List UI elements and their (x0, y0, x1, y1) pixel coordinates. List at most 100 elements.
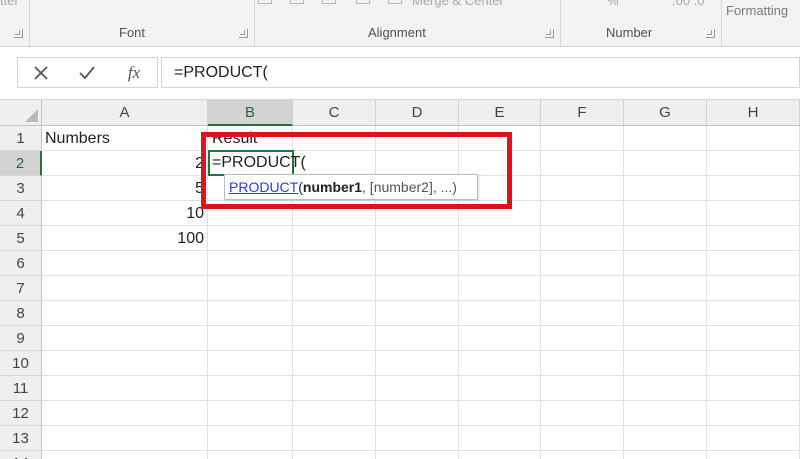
cell-a4[interactable]: 10 (42, 201, 208, 226)
grid-cell[interactable] (707, 176, 800, 201)
merge-center-button[interactable]: Merge & Center (412, 0, 504, 8)
grid-cell[interactable] (459, 151, 541, 176)
row-header-11[interactable]: 11 (0, 376, 42, 401)
grid-cell[interactable] (293, 401, 376, 426)
grid-cell[interactable] (707, 426, 800, 451)
row-header-5[interactable]: 5 (0, 226, 42, 251)
grid-cell[interactable] (624, 401, 707, 426)
grid-cell[interactable] (707, 126, 800, 151)
grid-cell[interactable] (293, 376, 376, 401)
grid-cell[interactable] (293, 326, 376, 351)
grid-cell[interactable] (459, 376, 541, 401)
row-header-4[interactable]: 4 (0, 201, 42, 226)
grid-cell[interactable] (541, 401, 624, 426)
grid-cell[interactable] (208, 251, 293, 276)
conditional-formatting-button[interactable]: Formatting (726, 3, 788, 18)
grid-cell[interactable] (376, 376, 459, 401)
grid-cell[interactable] (459, 326, 541, 351)
grid-cell[interactable] (459, 226, 541, 251)
row-header-7[interactable]: 7 (0, 276, 42, 301)
grid-cell[interactable] (42, 451, 208, 459)
row-header-14[interactable]: 14 (0, 451, 42, 459)
grid-cell[interactable] (42, 276, 208, 301)
grid-cell[interactable] (42, 326, 208, 351)
grid-cell[interactable] (293, 451, 376, 459)
column-header-c[interactable]: C (293, 100, 376, 126)
row-header-8[interactable]: 8 (0, 301, 42, 326)
grid-cell[interactable] (293, 201, 376, 226)
grid-cell[interactable] (541, 351, 624, 376)
grid-cell[interactable] (624, 251, 707, 276)
grid-cell[interactable] (624, 451, 707, 459)
grid-cell[interactable] (541, 201, 624, 226)
grid-cell[interactable] (541, 151, 624, 176)
column-header-g[interactable]: G (624, 100, 707, 126)
column-header-f[interactable]: F (541, 100, 624, 126)
grid-cell[interactable] (459, 426, 541, 451)
grid-cell[interactable] (208, 276, 293, 301)
grid-cell[interactable] (376, 451, 459, 459)
grid-cell[interactable] (541, 251, 624, 276)
grid-cell[interactable] (42, 426, 208, 451)
grid-cell[interactable] (376, 251, 459, 276)
grid-cell[interactable] (541, 226, 624, 251)
grid-cell[interactable] (208, 301, 293, 326)
row-header-9[interactable]: 9 (0, 326, 42, 351)
grid-cell[interactable] (541, 301, 624, 326)
grid-cell[interactable] (376, 351, 459, 376)
grid-cell[interactable] (707, 201, 800, 226)
clipboard-launcher-icon[interactable] (14, 29, 23, 38)
grid-cell[interactable] (208, 351, 293, 376)
decimal-buttons[interactable]: .00 .0 (672, 0, 705, 8)
grid-cell[interactable] (541, 426, 624, 451)
grid-cell[interactable] (541, 451, 624, 459)
cell-a5[interactable]: 100 (42, 226, 208, 251)
grid-cell[interactable] (624, 351, 707, 376)
grid-cell[interactable] (208, 226, 293, 251)
column-header-e[interactable]: E (459, 100, 541, 126)
grid-cell[interactable] (208, 451, 293, 459)
font-launcher-icon[interactable] (239, 29, 248, 38)
grid-cell[interactable] (376, 276, 459, 301)
grid-cell[interactable] (42, 401, 208, 426)
grid-cell[interactable] (459, 251, 541, 276)
cell-a2[interactable]: 2 (42, 151, 208, 176)
grid-cell[interactable] (624, 226, 707, 251)
column-header-h[interactable]: H (707, 100, 800, 126)
cell-b1[interactable]: Result (210, 126, 293, 151)
grid-cell[interactable] (42, 301, 208, 326)
row-header-12[interactable]: 12 (0, 401, 42, 426)
grid-cell[interactable] (541, 276, 624, 301)
grid-cell[interactable] (707, 451, 800, 459)
grid-cell[interactable] (459, 351, 541, 376)
grid-cell[interactable] (459, 201, 541, 226)
grid-cell[interactable] (541, 126, 624, 151)
grid-cell[interactable] (707, 276, 800, 301)
percent-style-button[interactable]: % (607, 0, 619, 8)
grid-cell[interactable] (376, 401, 459, 426)
insert-function-button[interactable]: fx (116, 58, 152, 87)
row-header-3[interactable]: 3 (0, 176, 42, 201)
grid-cell[interactable] (293, 226, 376, 251)
row-header-2[interactable]: 2 (0, 151, 42, 176)
grid-cell[interactable] (459, 401, 541, 426)
checkmark-icon[interactable] (70, 58, 104, 87)
row-header-6[interactable]: 6 (0, 251, 42, 276)
grid-cell[interactable] (707, 301, 800, 326)
function-help-link[interactable]: PRODUCT (229, 179, 298, 195)
grid-cell[interactable] (707, 326, 800, 351)
grid-cell[interactable] (624, 176, 707, 201)
column-header-d[interactable]: D (376, 100, 459, 126)
select-all-button[interactable] (0, 100, 42, 126)
number-launcher-icon[interactable] (706, 29, 715, 38)
row-header-13[interactable]: 13 (0, 426, 42, 451)
grid-cell[interactable] (541, 376, 624, 401)
grid-cell[interactable] (42, 376, 208, 401)
grid-cell[interactable] (707, 401, 800, 426)
grid-cell[interactable] (459, 126, 541, 151)
grid-cell[interactable] (624, 151, 707, 176)
grid-cell[interactable] (376, 426, 459, 451)
row-header-10[interactable]: 10 (0, 351, 42, 376)
grid-cell[interactable] (376, 326, 459, 351)
grid-cell[interactable] (293, 351, 376, 376)
